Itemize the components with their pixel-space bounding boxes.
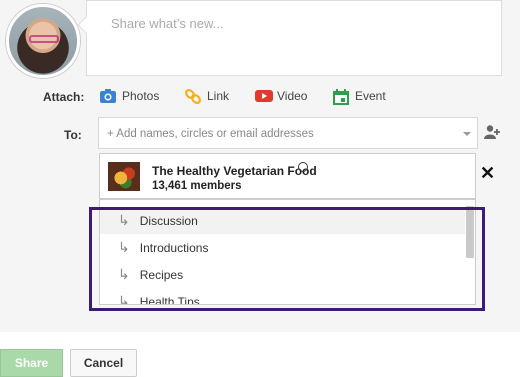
category-item-discussion[interactable]: ↳ Discussion bbox=[100, 207, 465, 234]
arrow-right-icon: ↳ bbox=[118, 266, 130, 282]
attach-video-button[interactable]: Video bbox=[254, 88, 307, 104]
category-item-health-tips[interactable]: ↳ Health Tips bbox=[100, 288, 465, 305]
recipients-placeholder: + Add names, circles or email addresses bbox=[107, 128, 314, 140]
dropdown-scrollbar[interactable] bbox=[466, 206, 474, 258]
selected-community: The Healthy Vegetarian Food 13,461 membe… bbox=[99, 153, 476, 199]
arrow-right-icon: ↳ bbox=[118, 239, 130, 255]
attach-video-label: Video bbox=[277, 89, 308, 103]
chevron-down-icon[interactable] bbox=[463, 132, 471, 136]
cancel-button[interactable]: Cancel bbox=[70, 349, 137, 377]
remove-community-icon[interactable]: ✕ bbox=[480, 163, 495, 183]
category-label: Discussion bbox=[139, 213, 198, 228]
add-person-icon[interactable] bbox=[483, 124, 501, 140]
category-label: Introductions bbox=[139, 240, 209, 255]
globe-icon bbox=[298, 162, 308, 172]
calendar-icon bbox=[332, 88, 350, 105]
community-thumbnail bbox=[108, 162, 140, 191]
video-icon bbox=[254, 88, 273, 104]
camera-icon bbox=[99, 88, 117, 104]
share-button[interactable]: Share bbox=[0, 349, 63, 377]
post-text-area[interactable]: Share what’s new... bbox=[77, 0, 502, 76]
category-dropdown[interactable]: ↳ Discussion ↳ Introductions ↳ Recipes ↳… bbox=[99, 199, 476, 305]
attach-event-button[interactable]: Event bbox=[332, 88, 386, 105]
arrow-right-icon: ↳ bbox=[118, 293, 130, 305]
attach-photos-label: Photos bbox=[122, 89, 160, 103]
community-members: 13,461 members bbox=[152, 180, 242, 192]
category-label: Recipes bbox=[139, 267, 184, 282]
category-item-introductions[interactable]: ↳ Introductions bbox=[100, 234, 465, 261]
link-icon bbox=[184, 88, 202, 105]
recipients-input[interactable]: + Add names, circles or email addresses bbox=[98, 117, 478, 149]
attach-event-label: Event bbox=[355, 89, 386, 103]
post-placeholder: Share what’s new... bbox=[111, 16, 224, 31]
user-avatar bbox=[6, 4, 80, 78]
attach-link-button[interactable]: Link bbox=[184, 88, 230, 105]
attach-label: Attach: bbox=[43, 90, 85, 104]
category-item-recipes[interactable]: ↳ Recipes bbox=[100, 261, 465, 288]
to-label: To: bbox=[64, 128, 82, 142]
community-name: The Healthy Vegetarian Food bbox=[152, 164, 317, 178]
attach-link-label: Link bbox=[207, 89, 230, 103]
attach-photos-button[interactable]: Photos bbox=[99, 88, 159, 104]
category-label: Health Tips bbox=[139, 294, 200, 305]
arrow-right-icon: ↳ bbox=[118, 212, 130, 228]
